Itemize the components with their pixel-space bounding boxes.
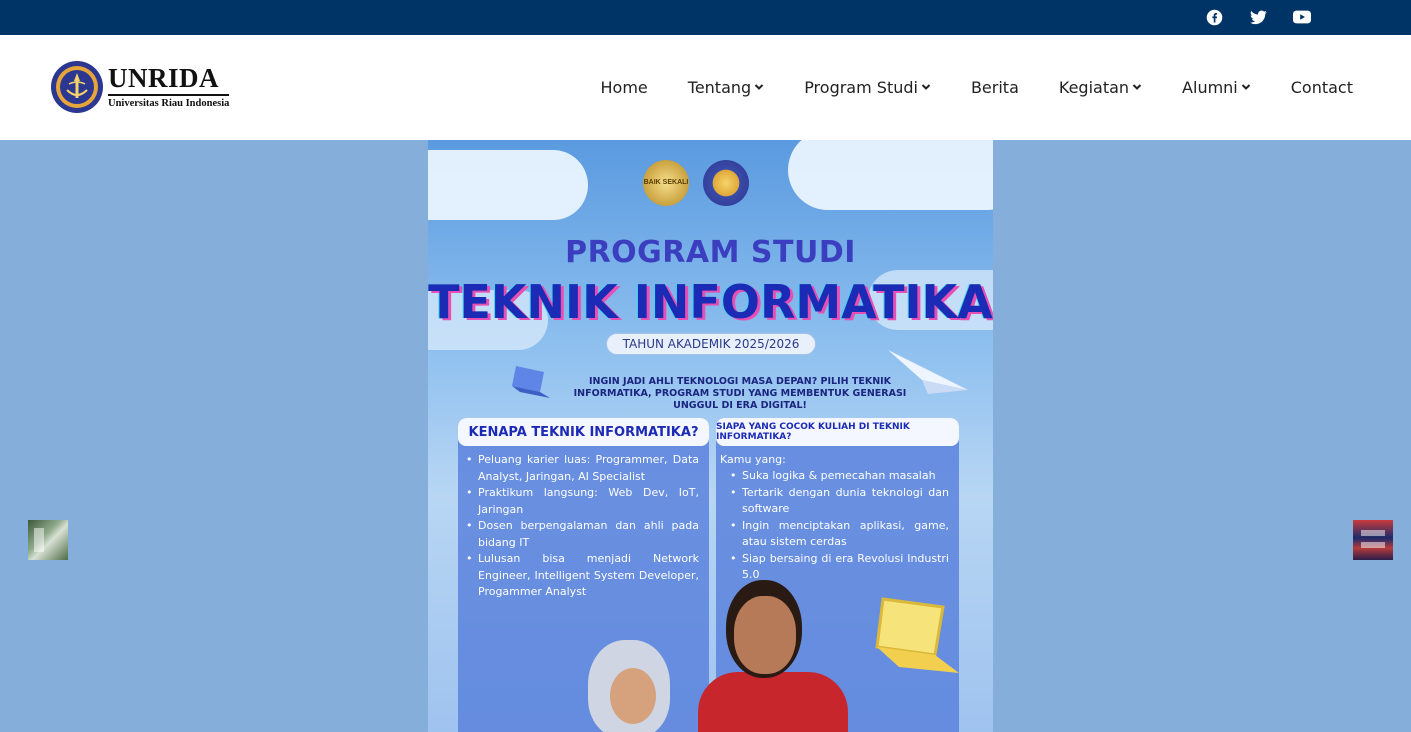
hero-slider: BAIK SEKALI PROGRAM STUDI TEKNIK INFORMA… xyxy=(0,140,1411,732)
cloud-decoration xyxy=(788,140,993,210)
nav-item-label: Contact xyxy=(1290,77,1353,97)
card-intro: Kamu yang: xyxy=(720,453,786,466)
university-emblem-icon xyxy=(51,61,103,113)
nav-item-kegiatan[interactable]: Kegiatan xyxy=(1059,76,1142,98)
laptop-icon xyxy=(512,366,550,398)
nav-item-program-studi[interactable]: Program Studi xyxy=(804,76,931,98)
card-list: Suka logika & pemecahan masalah Tertarik… xyxy=(716,468,959,584)
poster-title-large: TEKNIK INFORMATIKA xyxy=(428,275,993,329)
thumbnail-figure xyxy=(1361,530,1385,536)
list-item: Ingin menciptakan aplikasi, game, atau s… xyxy=(730,518,949,551)
list-item: Praktikum langsung: Web Dev, IoT, Jaring… xyxy=(466,485,699,518)
list-item: Peluang karier luas: Programmer, Data An… xyxy=(466,452,699,485)
card-heading: KENAPA TEKNIK INFORMATIKA? xyxy=(458,418,709,446)
chevron-down-icon xyxy=(1241,84,1250,90)
nav-item-label: Program Studi xyxy=(804,77,918,97)
poster-lede: INGIN JADI AHLI TEKNOLOGI MASA DEPAN? PI… xyxy=(573,376,907,411)
laptop-icon xyxy=(875,597,959,673)
chevron-down-icon xyxy=(921,84,931,90)
accreditation-badge-text: BAIK SEKALI xyxy=(643,179,689,186)
list-item: Tertarik dengan dunia teknologi dan soft… xyxy=(730,485,949,518)
logo-subtitle: Universitas Riau Indonesia xyxy=(108,98,230,109)
nav-item-contact[interactable]: Contact xyxy=(1291,76,1353,98)
cloud-decoration xyxy=(428,150,588,220)
next-slide-thumbnail[interactable] xyxy=(1353,520,1393,560)
youtube-icon[interactable] xyxy=(1293,8,1311,26)
thumbnail-figure xyxy=(34,528,44,552)
thumbnail-figure xyxy=(1361,542,1385,548)
card-list: Peluang karier luas: Programmer, Data An… xyxy=(458,446,709,601)
university-seal-icon xyxy=(703,160,749,206)
nav-item-home[interactable]: Home xyxy=(601,76,648,98)
list-item: Dosen berpengalaman dan ahli pada bidang… xyxy=(466,518,699,551)
program-poster: BAIK SEKALI PROGRAM STUDI TEKNIK INFORMA… xyxy=(428,140,993,732)
poster-badges: BAIK SEKALI xyxy=(643,160,749,206)
logo-divider xyxy=(108,94,230,96)
site-header: UNRIDA Universitas Riau Indonesia Home T… xyxy=(0,35,1411,140)
list-item: Siap bersaing di era Revolusi Industri 5… xyxy=(730,551,949,584)
academic-year-text: TAHUN AKADEMIK 2025/2026 xyxy=(622,337,800,351)
site-logo[interactable]: UNRIDA Universitas Riau Indonesia xyxy=(50,59,232,115)
nav-item-alumni[interactable]: Alumni xyxy=(1182,76,1251,98)
card-heading: SIAPA YANG COCOK KULIAH DI TEKNIK INFORM… xyxy=(716,418,959,446)
twitter-icon[interactable] xyxy=(1249,8,1267,26)
academic-year-pill: TAHUN AKADEMIK 2025/2026 xyxy=(606,333,816,355)
students-photo xyxy=(548,580,878,732)
nav-item-label: Home xyxy=(600,77,648,97)
nav-item-label: Alumni xyxy=(1182,77,1238,97)
top-bar xyxy=(0,0,1411,35)
student-boy-shirt xyxy=(698,672,848,732)
chevron-down-icon xyxy=(1132,84,1142,90)
nav-item-label: Tentang xyxy=(687,77,752,97)
student-boy-face xyxy=(734,596,796,674)
paper-plane-icon xyxy=(888,350,968,394)
nav-item-label: Kegiatan xyxy=(1058,77,1130,97)
facebook-icon[interactable] xyxy=(1205,8,1223,26)
student-girl-face xyxy=(610,668,656,724)
chevron-down-icon xyxy=(754,84,764,90)
nav-item-label: Berita xyxy=(970,77,1019,97)
previous-slide-thumbnail[interactable] xyxy=(28,520,68,560)
nav-item-berita[interactable]: Berita xyxy=(971,76,1019,98)
logo-name: UNRIDA xyxy=(108,63,219,93)
poster-title-small: PROGRAM STUDI xyxy=(565,235,856,270)
list-item: Suka logika & pemecahan masalah xyxy=(730,468,949,485)
accreditation-badge: BAIK SEKALI xyxy=(643,160,689,206)
main-navigation: Home Tentang Program Studi Berita Kegiat… xyxy=(561,76,1353,98)
nav-item-tentang[interactable]: Tentang xyxy=(688,76,764,98)
